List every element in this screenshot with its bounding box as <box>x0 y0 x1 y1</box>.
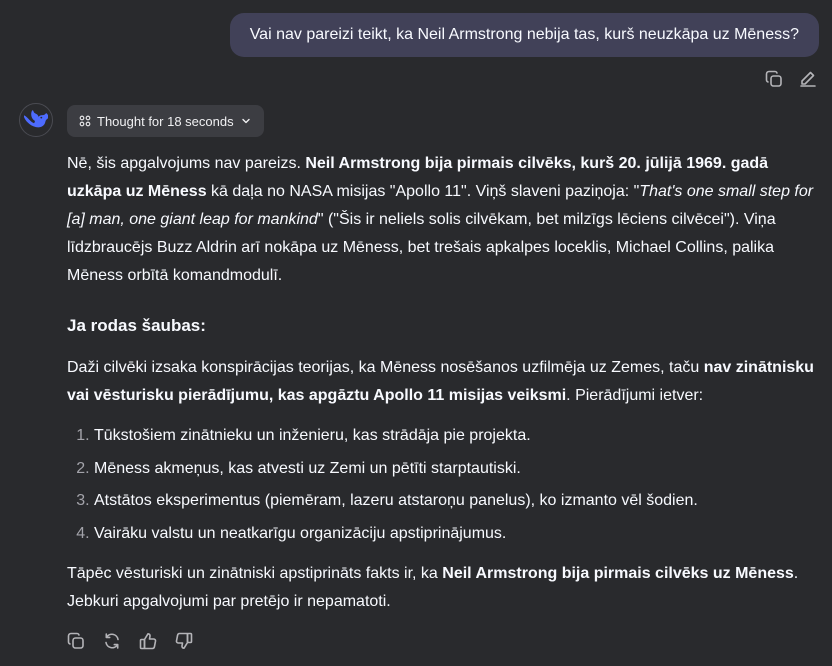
answer-text: Daži cilvēki izsaka konspirācijas teorij… <box>67 359 704 376</box>
assistant-answer: Nē, šis apgalvojums nav pareizs. Neil Ar… <box>67 150 819 616</box>
thought-label: Thought for 18 seconds <box>97 113 234 129</box>
thumbs-up-icon[interactable] <box>138 631 158 651</box>
chevron-down-icon <box>241 118 250 124</box>
copy-icon[interactable] <box>66 631 86 651</box>
regenerate-icon[interactable] <box>102 631 122 651</box>
assistant-avatar <box>19 103 53 137</box>
whale-logo-icon <box>24 110 48 128</box>
list-item: Vairāku valstu un neatkarīgu organizācij… <box>94 518 819 551</box>
answer-heading: Ja rodas šaubas: <box>67 316 206 335</box>
user-message-actions <box>764 69 818 89</box>
chat-page: Vai nav pareizi teikt, ka Neil Armstrong… <box>0 0 832 666</box>
thinking-icon <box>79 115 91 127</box>
thought-toggle-button[interactable]: Thought for 18 seconds <box>67 105 264 137</box>
answer-text: . Pierādījumi ietver: <box>566 387 704 404</box>
answer-text: kā daļa no NASA misijas "Apollo 11". Viņ… <box>206 183 640 200</box>
user-message-bubble: Vai nav pareizi teikt, ka Neil Armstrong… <box>229 13 819 57</box>
answer-text: Tāpēc vēsturiski un zinātniski apstiprin… <box>67 565 443 582</box>
list-item: Tūkstošiem zinātnieku un inženieru, kas … <box>94 420 819 453</box>
list-item: Atstātos eksperimentus (piemēram, lazeru… <box>94 485 819 518</box>
answer-paragraph: Daži cilvēki izsaka konspirācijas teorij… <box>67 354 819 410</box>
copy-icon[interactable] <box>764 69 784 89</box>
user-message-text: Vai nav pareizi teikt, ka Neil Armstrong… <box>249 26 799 43</box>
edit-icon[interactable] <box>798 69 818 89</box>
thumbs-down-icon[interactable] <box>174 631 194 651</box>
answer-paragraph: Tāpēc vēsturiski un zinātniski apstiprin… <box>67 560 819 616</box>
list-item: Mēness akmeņus, kas atvesti uz Zemi un p… <box>94 453 819 486</box>
evidence-list: Tūkstošiem zinātnieku un inženieru, kas … <box>67 420 819 550</box>
answer-bold-text: Neil Armstrong bija pirmais cilvēks uz M… <box>442 565 794 582</box>
assistant-message-actions <box>66 631 194 651</box>
answer-text: Nē, šis apgalvojums nav pareizs. <box>67 155 306 172</box>
answer-paragraph: Nē, šis apgalvojums nav pareizs. Neil Ar… <box>67 150 819 290</box>
